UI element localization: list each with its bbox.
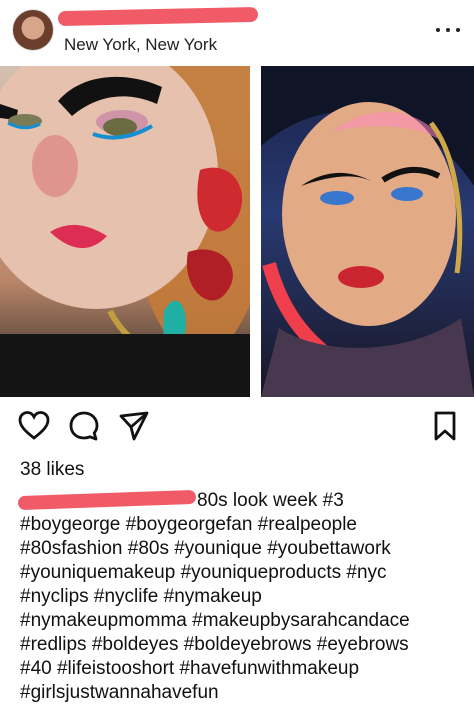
post-location[interactable]: New York, New York [64,35,217,55]
more-options-icon[interactable] [436,20,460,40]
caption-line[interactable]: #nymakeupmomma #makeupbysarahcandace [20,609,460,633]
post-header: New York, New York [0,0,474,66]
caption-line[interactable]: #youniquemakeup #youniqueproducts #nyc [20,561,460,585]
caption-line[interactable]: #nyclips #nyclife #nymakeup [20,585,460,609]
comment-icon[interactable] [67,409,101,443]
post-actions [0,409,474,449]
heart-icon[interactable] [17,409,51,443]
photo-right[interactable] [261,66,474,397]
send-icon[interactable] [117,409,151,443]
photo-left[interactable] [0,66,250,397]
likes-count[interactable]: 38 likes [20,459,84,481]
avatar[interactable] [12,9,54,51]
caption-line[interactable]: #boygeorge #boygeorgefan #realpeople [20,513,460,537]
caption-line: 80s look week #3 [197,490,344,511]
redacted-username [57,6,259,27]
bookmark-icon[interactable] [428,409,462,443]
caption-line[interactable]: #redlips #boldeyes #boldeyebrows #eyebro… [20,633,460,657]
caption-line[interactable]: #girlsjustwannahavefun [20,681,460,705]
caption-line[interactable]: #40 #lifeistooshort #havefunwithmakeup [20,657,460,681]
post-caption: 80s look week #3 #boygeorge #boygeorgefa… [20,489,460,705]
caption-line[interactable]: #80sfashion #80s #younique #youbettawork [20,537,460,561]
